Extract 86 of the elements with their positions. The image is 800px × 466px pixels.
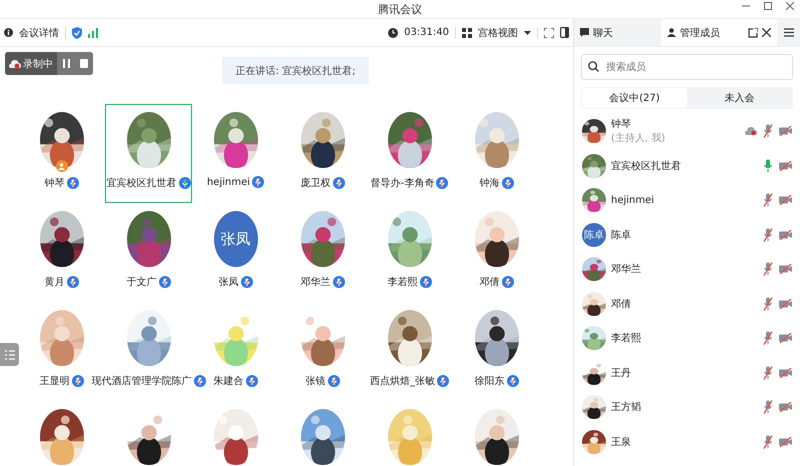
participant-name: 王显明 <box>40 375 70 388</box>
muted-mic-icon[interactable] <box>763 296 773 311</box>
camera-off-icon[interactable] <box>779 368 792 378</box>
muted-mic-icon[interactable] <box>763 193 773 208</box>
camera-off-icon[interactable] <box>779 402 792 412</box>
signal-icon <box>88 28 98 38</box>
muted-mic-icon[interactable] <box>763 124 773 138</box>
pause-button[interactable] <box>57 52 75 75</box>
fullscreen-icon[interactable] <box>544 28 554 38</box>
member-name: 宜宾校区扎世君 <box>611 160 682 173</box>
participant-tile[interactable]: 宜宾校区扎世君 <box>105 104 192 203</box>
member-role: (主持人, 我) <box>611 132 666 146</box>
meeting-timer: 03:31:40 <box>404 27 449 38</box>
meeting-details-link[interactable]: 会议详情 <box>19 26 59 40</box>
member-name: hejinmei <box>611 194 656 206</box>
member-name: 李若熙 <box>611 332 642 346</box>
info-icon[interactable] <box>4 28 13 37</box>
muted-mic-icon[interactable] <box>763 262 773 276</box>
participant-name: 邓倩 <box>480 276 500 289</box>
pop-out-icon[interactable] <box>748 28 758 38</box>
camera-off-icon[interactable] <box>779 298 792 309</box>
camera-off-icon[interactable] <box>779 126 792 136</box>
close-icon[interactable] <box>762 28 771 37</box>
participant-name: 徐阳东 <box>474 374 504 388</box>
recording-status: 录制中 <box>5 52 57 75</box>
member-name: 王方韬 <box>611 400 642 414</box>
member-name: 王丹 <box>611 366 632 380</box>
participant-name: 邓华兰 <box>300 276 330 289</box>
camera-off-icon[interactable] <box>779 333 792 344</box>
participant-name: 钟海 <box>480 176 500 190</box>
camera-off-icon[interactable] <box>779 230 792 240</box>
sidebar-icon[interactable] <box>560 27 569 38</box>
participant-name: 宜宾校区扎世君 <box>106 176 176 190</box>
camera-off-icon[interactable] <box>779 264 792 274</box>
member-name: 钟琴 <box>611 118 632 132</box>
muted-mic-icon[interactable] <box>763 434 773 449</box>
camera-off-icon[interactable] <box>779 195 792 206</box>
segment-tab[interactable]: 会议中(27) <box>582 88 687 108</box>
pause-icon <box>62 59 70 68</box>
participant-name: 督导办-李角奇 <box>370 176 434 190</box>
speaking-banner: 正在讲话: 宜宾校区扎世君; <box>222 57 369 84</box>
muted-mic-icon[interactable] <box>763 366 773 380</box>
cloud-record-icon <box>9 58 21 68</box>
member-name: 陈卓 <box>611 228 632 242</box>
grid-icon[interactable] <box>462 28 472 38</box>
person-icon <box>667 28 676 37</box>
window-title: 腾讯会议 <box>378 2 422 16</box>
muted-mic-icon[interactable] <box>763 331 773 346</box>
text-avatar: 张凤 <box>214 211 258 267</box>
muted-mic-icon[interactable] <box>763 400 773 414</box>
shield-icon <box>72 26 82 38</box>
search-icon <box>588 61 599 72</box>
stop-button[interactable] <box>75 52 93 75</box>
search-field[interactable]: 搜索成员 <box>581 54 793 80</box>
mic-icon[interactable] <box>763 158 773 173</box>
camera-off-icon[interactable] <box>779 160 792 171</box>
participant-name: 张凤 <box>218 276 238 289</box>
muted-mic-icon[interactable] <box>763 228 773 242</box>
member-name: 邓倩 <box>611 298 632 311</box>
segment-tab[interactable]: 未入会 <box>687 88 792 108</box>
text-avatar: 陈卓 <box>582 222 606 247</box>
participant-name: 张镜 <box>306 374 326 388</box>
participant-name: 黄月 <box>44 276 64 289</box>
participant-name: 钟琴 <box>44 176 64 190</box>
view-mode-dropdown[interactable]: 宫格视图 <box>478 26 518 40</box>
participant-name: 李若熙 <box>388 276 418 289</box>
panel-tab[interactable]: 聊天 <box>574 19 661 46</box>
menu-icon[interactable] <box>784 28 794 37</box>
participant-name: 现代酒店管理学院陈广 <box>92 374 192 388</box>
list-toggle-button[interactable] <box>0 343 19 366</box>
list-icon <box>4 350 14 360</box>
stop-icon <box>80 59 88 68</box>
close-icon[interactable] <box>786 2 794 10</box>
maximize-icon[interactable] <box>764 2 772 10</box>
participant-name: 于文广 <box>126 276 156 289</box>
participant-name: 朱建合 <box>214 374 244 388</box>
participant-name: 西点烘焙_张敏 <box>370 374 435 388</box>
camera-off-icon[interactable] <box>779 436 792 447</box>
caret-icon[interactable] <box>524 30 531 34</box>
panel-tab[interactable]: 管理成员 <box>661 19 748 46</box>
member-name: 邓华兰 <box>611 262 642 276</box>
participant-name: 庞卫权 <box>300 176 330 190</box>
chat-icon <box>580 28 589 37</box>
participant-name: hejinmei <box>206 176 250 188</box>
member-name: 王泉 <box>611 436 632 449</box>
clock-icon <box>388 28 398 38</box>
